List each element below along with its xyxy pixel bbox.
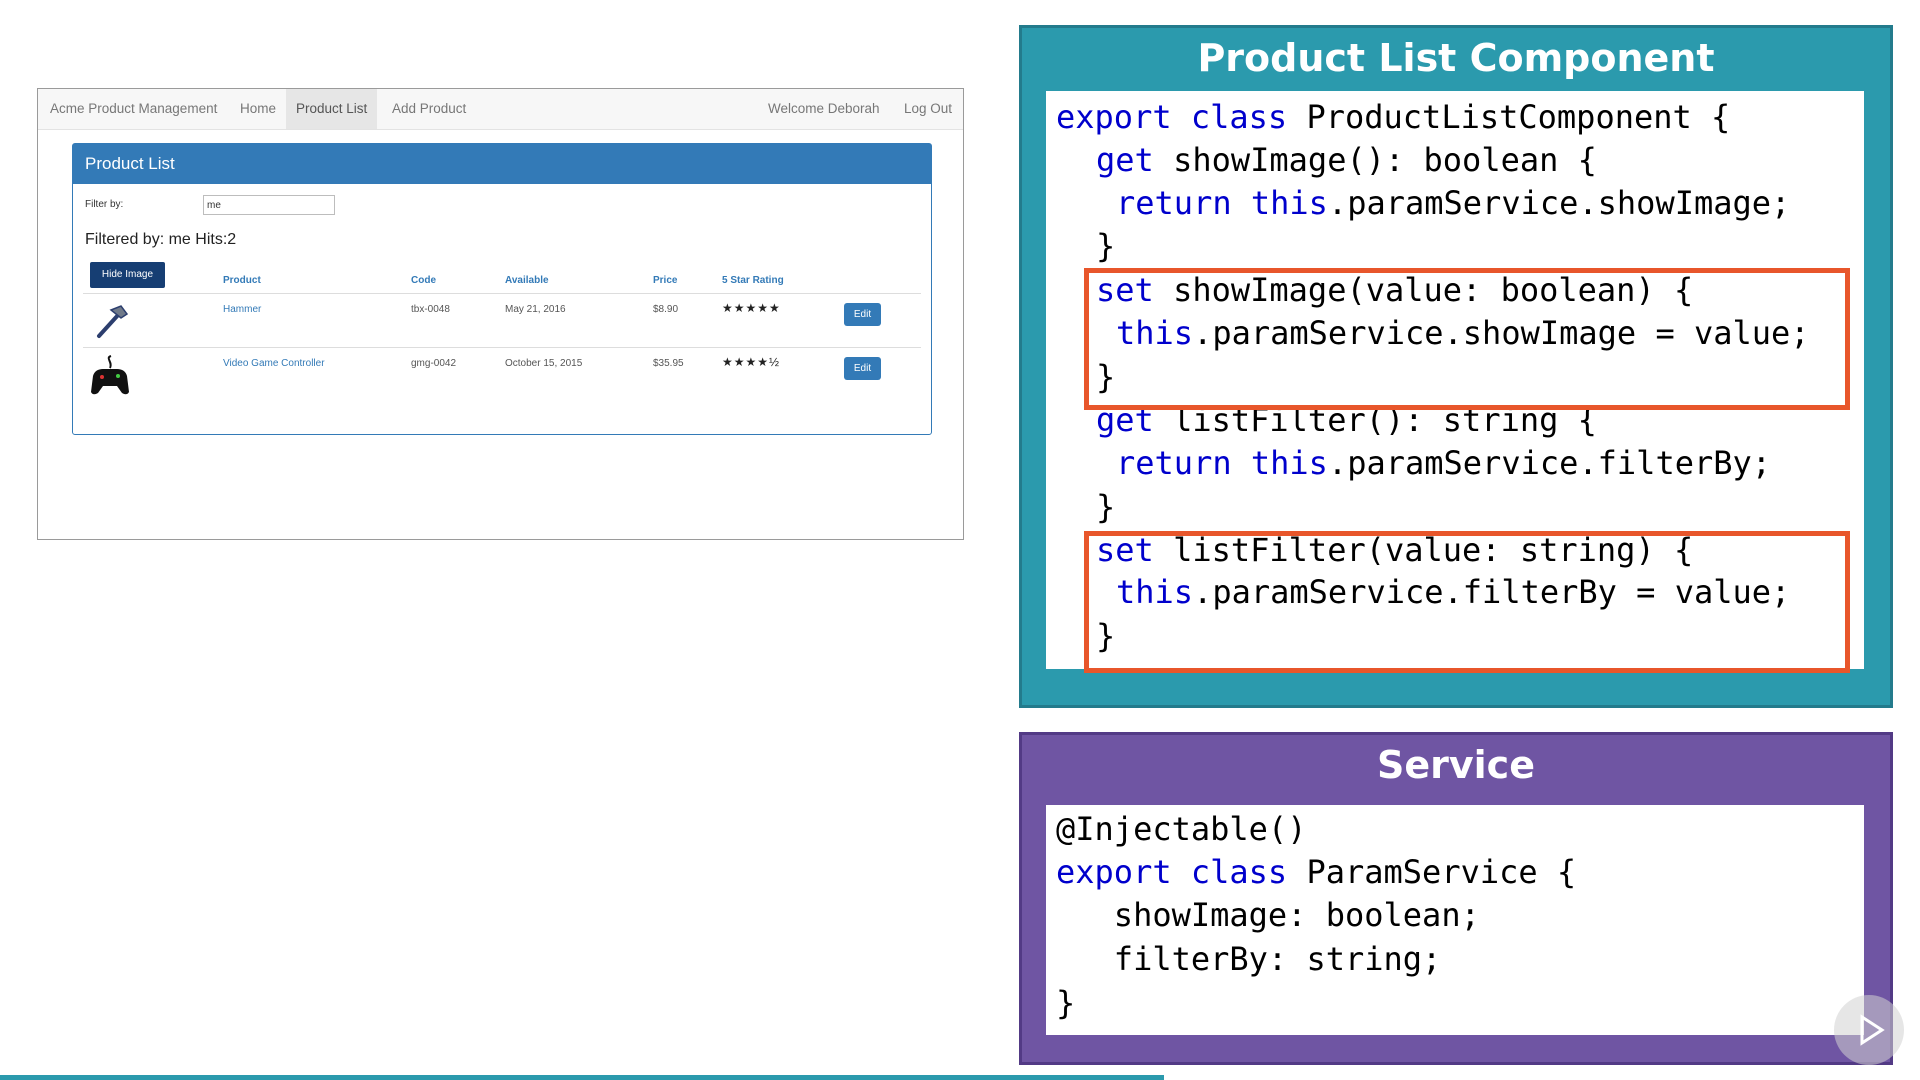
product-price: $35.95 <box>653 358 684 369</box>
highlight-set-listfilter <box>1084 531 1850 673</box>
column-header-rating[interactable]: 5 Star Rating <box>722 275 784 286</box>
code-line: showImage: boolean; <box>1056 896 1480 934</box>
column-header-price[interactable]: Price <box>653 275 677 286</box>
nav-product-list[interactable]: Product List <box>286 89 378 129</box>
edit-button[interactable]: Edit <box>844 357 881 380</box>
product-code: tbx-0048 <box>411 304 450 315</box>
nav-add-product[interactable]: Add Product <box>392 89 466 129</box>
code-line: } <box>1096 488 1116 526</box>
product-available: May 21, 2016 <box>505 304 566 315</box>
highlight-set-showimage <box>1084 268 1850 410</box>
star-rating: ★★★★½ <box>722 355 781 369</box>
product-available: October 15, 2015 <box>505 358 583 369</box>
code-line: } <box>1056 984 1076 1022</box>
logout-link[interactable]: Log Out <box>904 89 952 129</box>
hide-image-button[interactable]: Hide Image <box>90 262 165 288</box>
product-link[interactable]: Video Game Controller <box>223 358 325 369</box>
row-divider <box>83 347 921 348</box>
edit-button[interactable]: Edit <box>844 303 881 326</box>
code-line: filterBy: string; <box>1056 940 1442 978</box>
component-box-title: Product List Component <box>1197 36 1715 80</box>
filtered-summary: Filtered by: me Hits:2 <box>85 231 237 248</box>
code-line: @Injectable() <box>1056 810 1307 848</box>
panel-title: Product List <box>73 144 931 184</box>
play-triangle-icon <box>1860 1014 1885 1046</box>
header-divider <box>83 293 921 294</box>
filter-input[interactable] <box>203 195 335 215</box>
play-icon[interactable] <box>1834 995 1904 1065</box>
service-box-title: Service <box>1377 743 1535 787</box>
code-line: return this.paramService.showImage; <box>1116 184 1791 222</box>
filter-label: Filter by: <box>85 199 124 210</box>
code-line: export class ParamService { <box>1056 853 1577 891</box>
navbar: Acme Product Management Home Product Lis… <box>38 89 963 130</box>
brand-link[interactable]: Acme Product Management <box>50 89 217 129</box>
component-code-area: export class ProductListComponent { get … <box>1046 91 1864 673</box>
code-line: export class ProductListComponent { <box>1056 98 1731 136</box>
component-code-box: Product List Component export class Prod… <box>1019 25 1893 708</box>
service-code-box: Service @Injectable() export class Param… <box>1019 732 1893 1065</box>
service-code-area: @Injectable() export class ParamService … <box>1046 805 1864 1035</box>
product-price: $8.90 <box>653 304 679 315</box>
code-line: get showImage(): boolean { <box>1096 141 1597 179</box>
column-header-product[interactable]: Product <box>223 275 261 286</box>
product-list-panel: Product List Filter by: Filtered by: me … <box>72 143 932 435</box>
product-link[interactable]: Hammer <box>223 304 261 315</box>
nav-home[interactable]: Home <box>240 89 276 129</box>
hammer-icon <box>97 305 129 338</box>
column-header-available[interactable]: Available <box>505 275 549 286</box>
app-window: Acme Product Management Home Product Lis… <box>37 88 964 540</box>
star-rating: ★★★★★ <box>722 301 781 315</box>
video-progress-bar[interactable] <box>0 1075 1164 1080</box>
game-controller-icon <box>91 355 129 395</box>
column-header-code[interactable]: Code <box>411 275 436 286</box>
code-line: } <box>1096 227 1116 265</box>
welcome-text: Welcome Deborah <box>768 101 880 116</box>
product-code: gmg-0042 <box>411 358 457 369</box>
code-line: return this.paramService.filterBy; <box>1116 444 1772 482</box>
